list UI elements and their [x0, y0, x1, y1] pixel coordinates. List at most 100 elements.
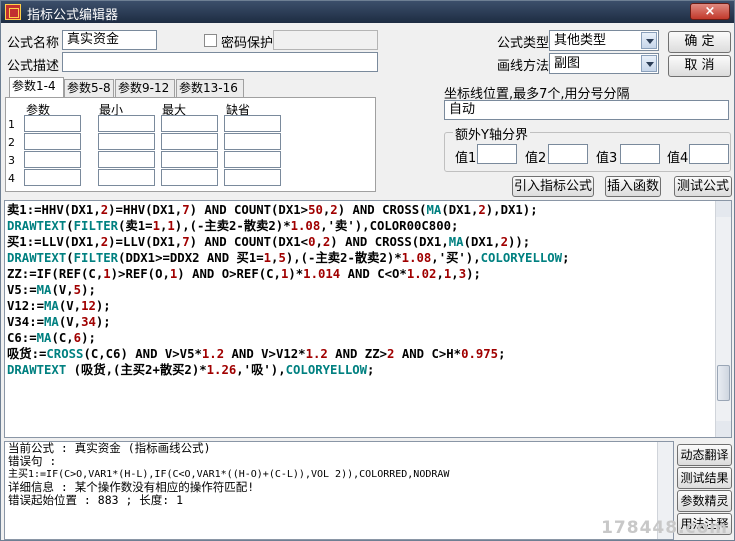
param-name-cell[interactable]	[24, 133, 81, 150]
code-token: 7	[182, 235, 190, 249]
code-token: 5	[73, 283, 82, 297]
code-token: AND V>V12*	[224, 347, 306, 361]
code-token: );	[466, 267, 481, 281]
draw-method-select[interactable]: 副图	[549, 53, 659, 74]
password-checkbox[interactable]	[204, 34, 217, 47]
code-token: 1	[167, 219, 175, 233]
code-line[interactable]: 卖1:=HHV(DX1, 2)=HHV(DX1,7) AND COUNT(DX1>…	[7, 202, 715, 218]
chevron-down-icon	[641, 32, 657, 49]
tab-params-1-4[interactable]: 参数1-4	[9, 77, 64, 98]
code-token: ,	[315, 235, 323, 249]
param-name-cell[interactable]	[24, 169, 81, 186]
code-token: (卖1=	[118, 219, 153, 233]
code-editor[interactable]: 卖1:=HHV(DX1,2)=HHV(DX1,7) AND COUNT(DX1>…	[4, 200, 732, 438]
code-token: C6:=	[7, 331, 37, 345]
param-name-cell[interactable]	[24, 151, 81, 168]
close-button[interactable]: ×	[690, 3, 730, 20]
code-token: )=HHV(DX1,	[108, 203, 183, 217]
code-token: ,'买'),	[431, 251, 481, 265]
param-min-cell[interactable]	[98, 115, 155, 132]
password-label: 密码保护	[221, 36, 274, 51]
code-token: V34:=	[7, 315, 45, 329]
code-line[interactable]: ZZ:=IF(REF(C,1)>REF(O,1) AND O>REF(C,1)*…	[7, 266, 715, 282]
y-value-4-input[interactable]	[689, 144, 729, 164]
code-line[interactable]: V5:=MA(V,5);	[7, 282, 715, 298]
code-token: ),(-主卖2-散卖2)*	[174, 219, 291, 233]
y-value-3-input[interactable]	[620, 144, 660, 164]
code-line[interactable]: DRAWTEXT(FILTER(DDX1>=DDX2 AND 买1=1,5),(…	[7, 250, 715, 266]
code-token: (C,C6) AND V>V5*	[83, 347, 202, 361]
param-default-cell[interactable]	[224, 151, 281, 168]
param-max-cell[interactable]	[161, 115, 218, 132]
cancel-button[interactable]: 取 消	[668, 55, 731, 77]
editor-scroll-thumb[interactable]	[717, 365, 730, 401]
param-min-cell[interactable]	[98, 151, 155, 168]
test-formula-button[interactable]: 测试公式	[674, 176, 732, 197]
formula-name-input[interactable]: 真实资金	[62, 30, 157, 50]
y-value-3-label: 值3	[596, 151, 618, 166]
param-row-number: 3	[8, 154, 15, 167]
param-wizard-button[interactable]: 参数精灵	[677, 490, 732, 512]
tab-params-13-16[interactable]: 参数13-16	[176, 79, 244, 97]
code-token: (C,	[51, 331, 74, 345]
tab-params-5-8[interactable]: 参数5-8	[64, 79, 114, 97]
insert-function-button[interactable]: 插入函数	[605, 176, 661, 197]
formula-editor-window: 指标公式编辑器 × 公式名称 真实资金 密码保护 公式类型 其他类型 确 定 公…	[0, 0, 735, 541]
code-token: );	[81, 283, 96, 297]
param-row-number: 2	[8, 136, 15, 149]
code-token: ,'卖'),COLOR00C800;	[320, 219, 459, 233]
code-token: MA	[448, 235, 464, 249]
param-default-cell[interactable]	[224, 133, 281, 150]
y-value-1-input[interactable]	[477, 144, 517, 164]
code-line[interactable]: 买1:=LLV(DX1, 2)=LLV(DX1,7) AND COUNT(DX1<…	[7, 234, 715, 250]
code-token: 5	[278, 251, 286, 265]
scroll-up-icon[interactable]	[716, 201, 731, 217]
code-token: V5:=	[7, 283, 37, 297]
code-token: ) AND O>REF(C,	[177, 267, 281, 281]
y-value-2-input[interactable]	[548, 144, 588, 164]
formula-type-value: 其他类型	[554, 33, 607, 48]
param-max-cell[interactable]	[161, 133, 218, 150]
code-token: )=LLV(DX1,	[108, 235, 183, 249]
code-line[interactable]: V34:=MA(V,34);	[7, 314, 715, 330]
code-token: FILTER	[73, 251, 119, 265]
code-token: 1.02	[406, 267, 437, 281]
import-formula-button[interactable]: 引入指标公式	[512, 176, 594, 197]
formula-type-select[interactable]: 其他类型	[549, 30, 659, 51]
scroll-down-icon[interactable]	[716, 421, 731, 437]
message-panel: 当前公式 : 真实资金 (指标画线公式) 错误句 : 主买1:=IF(C>O,V…	[4, 441, 674, 540]
code-token: MA	[44, 299, 59, 313]
test-result-button[interactable]: 测试结果	[677, 467, 732, 489]
editor-scrollbar[interactable]	[715, 201, 731, 437]
code-line[interactable]: V12:=MA(V,12);	[7, 298, 715, 314]
code-line[interactable]: DRAWTEXT (吸货,(主买2+散买2)*1.26,'吸'),COLORYE…	[7, 362, 715, 378]
code-token: 1	[152, 219, 160, 233]
ok-button[interactable]: 确 定	[668, 31, 731, 53]
param-name-cell[interactable]	[24, 115, 81, 132]
tab-params-9-12[interactable]: 参数9-12	[115, 79, 175, 97]
coord-lines-input[interactable]: 自动	[444, 100, 729, 120]
param-min-cell[interactable]	[98, 169, 155, 186]
param-min-cell[interactable]	[98, 133, 155, 150]
dynamic-translate-button[interactable]: 动态翻译	[677, 444, 732, 466]
code-token: DRAWTEXT	[7, 363, 67, 377]
code-content[interactable]: 卖1:=HHV(DX1,2)=HHV(DX1,7) AND COUNT(DX1>…	[7, 202, 715, 378]
code-token: 吸货:=	[7, 347, 47, 361]
param-row-number: 4	[8, 172, 15, 185]
code-line[interactable]: 吸货:=CROSS(C,C6) AND V>V5*1.2 AND V>V12*1…	[7, 346, 715, 362]
code-token: V12:=	[7, 299, 45, 313]
param-max-cell[interactable]	[161, 169, 218, 186]
code-token: MA	[36, 331, 52, 345]
code-line[interactable]: DRAWTEXT(FILTER(卖1=1,1),(-主卖2-散卖2)*1.08,…	[7, 218, 715, 234]
param-default-cell[interactable]	[224, 169, 281, 186]
code-token: 6	[73, 331, 82, 345]
code-token: 34	[81, 315, 96, 329]
code-token: ,	[451, 267, 459, 281]
param-default-cell[interactable]	[224, 115, 281, 132]
param-row-number: 1	[8, 118, 15, 131]
code-line[interactable]: C6:=MA(C,6);	[7, 330, 715, 346]
formula-desc-label: 公式描述	[7, 59, 60, 74]
param-max-cell[interactable]	[161, 151, 218, 168]
formula-desc-input[interactable]	[62, 52, 378, 72]
password-input[interactable]	[273, 30, 378, 50]
